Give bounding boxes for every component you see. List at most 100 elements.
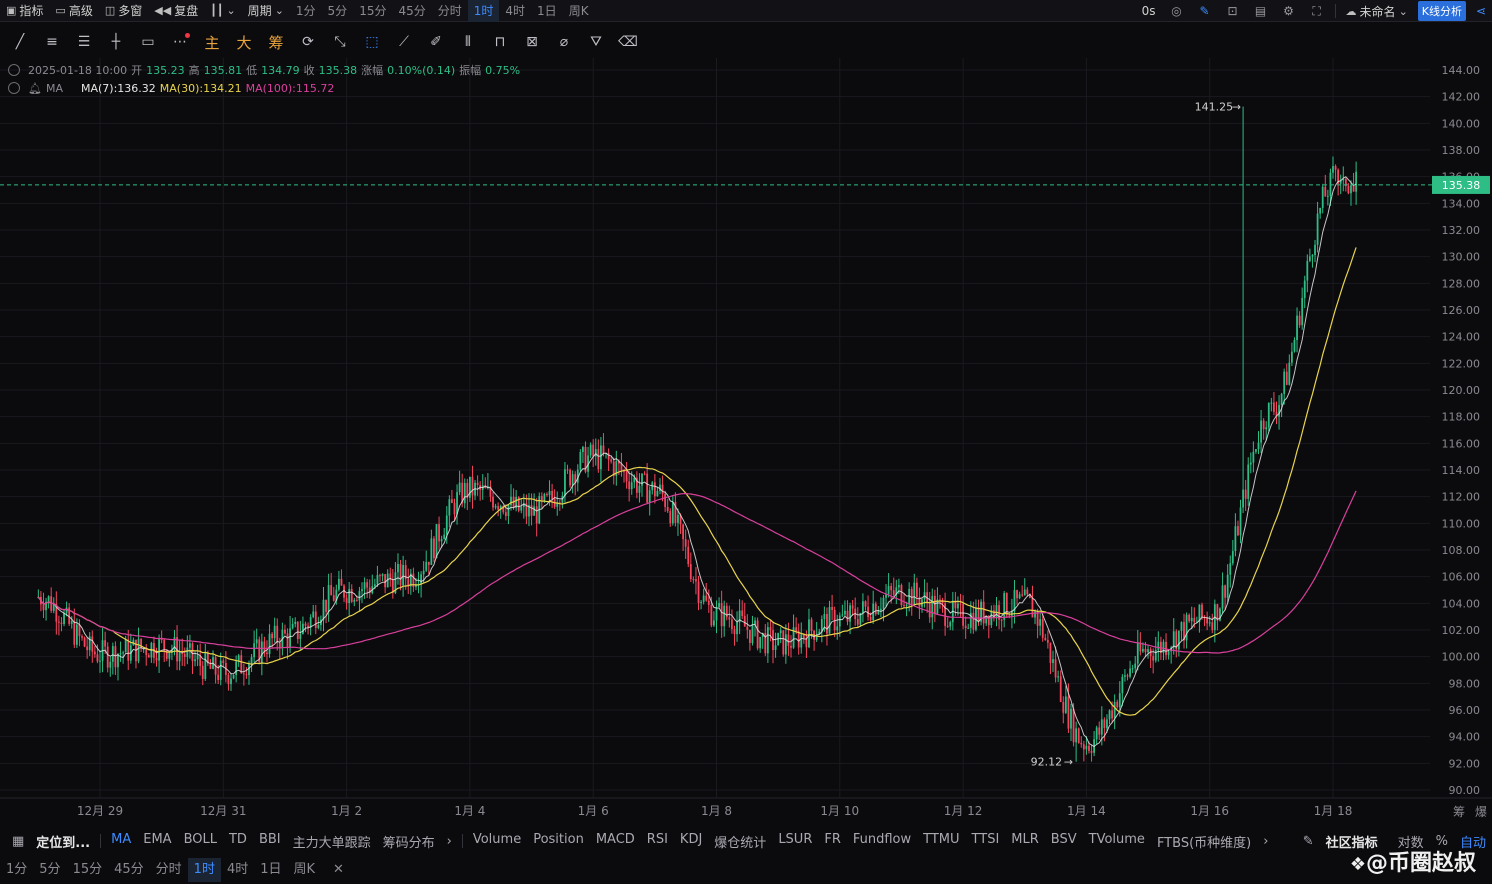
- replay-button[interactable]: ◀◀ 复盘: [148, 0, 204, 22]
- main-indicator-0[interactable]: MA: [105, 832, 137, 851]
- timeframe-tab-1[interactable]: 5分: [322, 0, 354, 22]
- camera-icon[interactable]: ◎: [1163, 4, 1191, 18]
- sub-indicator-8[interactable]: Fundflow: [847, 832, 917, 851]
- timeframe-tab-0[interactable]: 1分: [290, 0, 322, 22]
- community-edit-icon[interactable]: ✎: [1297, 834, 1320, 849]
- timeframe-tab-7[interactable]: 1日: [531, 0, 563, 22]
- candle-body: [91, 636, 94, 652]
- sub-indicator-13[interactable]: TVolume: [1083, 832, 1151, 851]
- main-indicator-2[interactable]: BOLL: [178, 832, 223, 851]
- main-indicator-6[interactable]: 筹码分布: [377, 832, 441, 851]
- multi-window-button[interactable]: ◫ 多窗: [99, 0, 148, 22]
- candle-body: [1231, 551, 1234, 564]
- candle-body: [666, 506, 669, 512]
- main-indicator-5[interactable]: 主力大单跟踪: [287, 832, 377, 851]
- settings-gear-icon[interactable]: ⚙: [1275, 4, 1303, 18]
- chevron-right-icon[interactable]: ›: [1257, 834, 1274, 849]
- more-tools-icon[interactable]: ⋯: [164, 28, 196, 56]
- chip-distribution-button[interactable]: 筹: [260, 28, 292, 56]
- sub-indicator-10[interactable]: TTSI: [966, 832, 1006, 851]
- indicators-button[interactable]: ▣ 指标: [0, 0, 49, 22]
- candle-body: [361, 589, 363, 592]
- eraser-icon[interactable]: ⌀: [548, 28, 580, 56]
- bottom-timeframe-tab-5[interactable]: 1时: [187, 858, 221, 882]
- bottom-timeframe-tab-7[interactable]: 1日: [254, 858, 287, 882]
- bottom-timeframe-tab-3[interactable]: 45分: [108, 858, 150, 882]
- timeframe-tab-8[interactable]: 周K: [563, 0, 595, 22]
- candle-body: [1090, 750, 1093, 753]
- sub-indicator-9[interactable]: TTMU: [917, 832, 965, 851]
- sub-indicator-1[interactable]: Position: [527, 832, 590, 851]
- candle-body: [905, 604, 908, 606]
- ruler-icon[interactable]: ⟋: [388, 28, 420, 56]
- candle-body: [163, 639, 166, 651]
- parallel-channel-icon[interactable]: ≡: [36, 28, 68, 56]
- advanced-button[interactable]: ▭ 高级: [49, 0, 98, 22]
- indicator-bars-icon[interactable]: ⫴: [452, 28, 484, 56]
- trash-icon[interactable]: ⌫: [612, 28, 644, 56]
- note-icon[interactable]: ⊡: [1219, 4, 1247, 18]
- sub-indicator-2[interactable]: MACD: [590, 832, 641, 851]
- y-tick-label: 118.00: [1442, 411, 1481, 424]
- sub-indicator-0[interactable]: Volume: [467, 832, 527, 851]
- x-tick-label: 1月 18: [1314, 804, 1353, 818]
- timeframe-tab-2[interactable]: 15分: [353, 0, 392, 22]
- sub-indicator-3[interactable]: RSI: [641, 832, 674, 851]
- main-indicator-3[interactable]: TD: [223, 832, 253, 851]
- main-force-button[interactable]: 主: [196, 28, 228, 56]
- candle-body: [1280, 393, 1283, 405]
- share-icon[interactable]: ⋖: [1470, 4, 1492, 18]
- candle-body: [995, 605, 998, 618]
- kline-analysis-button[interactable]: K线分析: [1417, 1, 1466, 21]
- sub-indicator-6[interactable]: LSUR: [772, 832, 818, 851]
- template-icon[interactable]: ▤: [1247, 4, 1275, 18]
- horizontal-ray-icon[interactable]: ┼: [100, 28, 132, 56]
- close-icon[interactable]: ✕: [327, 858, 350, 882]
- select-tool-icon[interactable]: ⬚: [356, 28, 388, 56]
- main-indicator-4[interactable]: BBI: [253, 832, 287, 851]
- layout-dropdown[interactable]: ☁ 未命名 ⌄: [1340, 0, 1414, 22]
- trend-line-icon[interactable]: ╱: [4, 28, 36, 56]
- fullscreen-icon[interactable]: ⛶: [1303, 4, 1331, 19]
- chart-type-button[interactable]: ┃┃ ⌄: [204, 0, 241, 22]
- locate-button[interactable]: 定位到...: [30, 832, 96, 851]
- filter-icon[interactable]: ⛛: [580, 28, 612, 56]
- rectangle-icon[interactable]: ▭: [132, 28, 164, 56]
- sub-indicator-11[interactable]: MLR: [1005, 832, 1045, 851]
- candle-body: [1088, 745, 1090, 751]
- timeframe-tab-5[interactable]: 1时: [467, 0, 500, 22]
- sub-indicator-4[interactable]: KDJ: [674, 832, 708, 851]
- sub-indicator-5[interactable]: 爆仓统计: [708, 832, 772, 851]
- magnet-icon[interactable]: ⤡: [324, 28, 356, 56]
- sub-indicator-12[interactable]: BSV: [1045, 832, 1083, 851]
- bottom-timeframe-tab-8[interactable]: 周K: [288, 858, 322, 882]
- period-dropdown[interactable]: 周期 ⌄: [242, 0, 290, 22]
- sub-indicator-14[interactable]: FTBS(币种维度): [1151, 832, 1257, 851]
- timeframe-tab-3[interactable]: 45分: [392, 0, 431, 22]
- brush-icon[interactable]: ✐: [420, 28, 452, 56]
- horizontal-lines-icon[interactable]: ☰: [68, 28, 100, 56]
- main-indicator-1[interactable]: EMA: [137, 832, 177, 851]
- main-indicators: MA EMA BOLL TD BBI 主力大单跟踪 筹码分布: [105, 832, 441, 851]
- bottom-timeframe-tab-6[interactable]: 4时: [221, 858, 254, 882]
- calendar-icon[interactable]: ▦: [0, 834, 30, 849]
- bottom-timeframe-tab-4[interactable]: 分时: [150, 858, 188, 882]
- collapse-icon[interactable]: [8, 82, 20, 94]
- sync-icon[interactable]: ⟳: [292, 28, 324, 56]
- bottom-timeframe-tab-1[interactable]: 5分: [33, 858, 66, 882]
- chevron-right-icon[interactable]: ›: [441, 834, 458, 849]
- collapse-icon[interactable]: [8, 64, 20, 76]
- sub-indicator-7[interactable]: FR: [818, 832, 847, 851]
- candle-body: [425, 561, 428, 571]
- candle-body: [451, 499, 453, 503]
- edit-note-icon[interactable]: ⊠: [516, 28, 548, 56]
- timeframe-tab-6[interactable]: 4时: [499, 0, 531, 22]
- bell-icon[interactable]: 🔔︎: [28, 82, 42, 95]
- lock-icon[interactable]: ⊓: [484, 28, 516, 56]
- big-order-button[interactable]: 大: [228, 28, 260, 56]
- timeframe-tab-4[interactable]: 分时: [432, 0, 468, 22]
- pencil-icon[interactable]: ✎: [1191, 4, 1219, 18]
- bottom-timeframe-tab-2[interactable]: 15分: [67, 858, 109, 882]
- price-chart[interactable]: 144.00142.00140.00138.00136.00134.00132.…: [0, 58, 1492, 828]
- bottom-timeframe-tab-0[interactable]: 1分: [0, 858, 33, 882]
